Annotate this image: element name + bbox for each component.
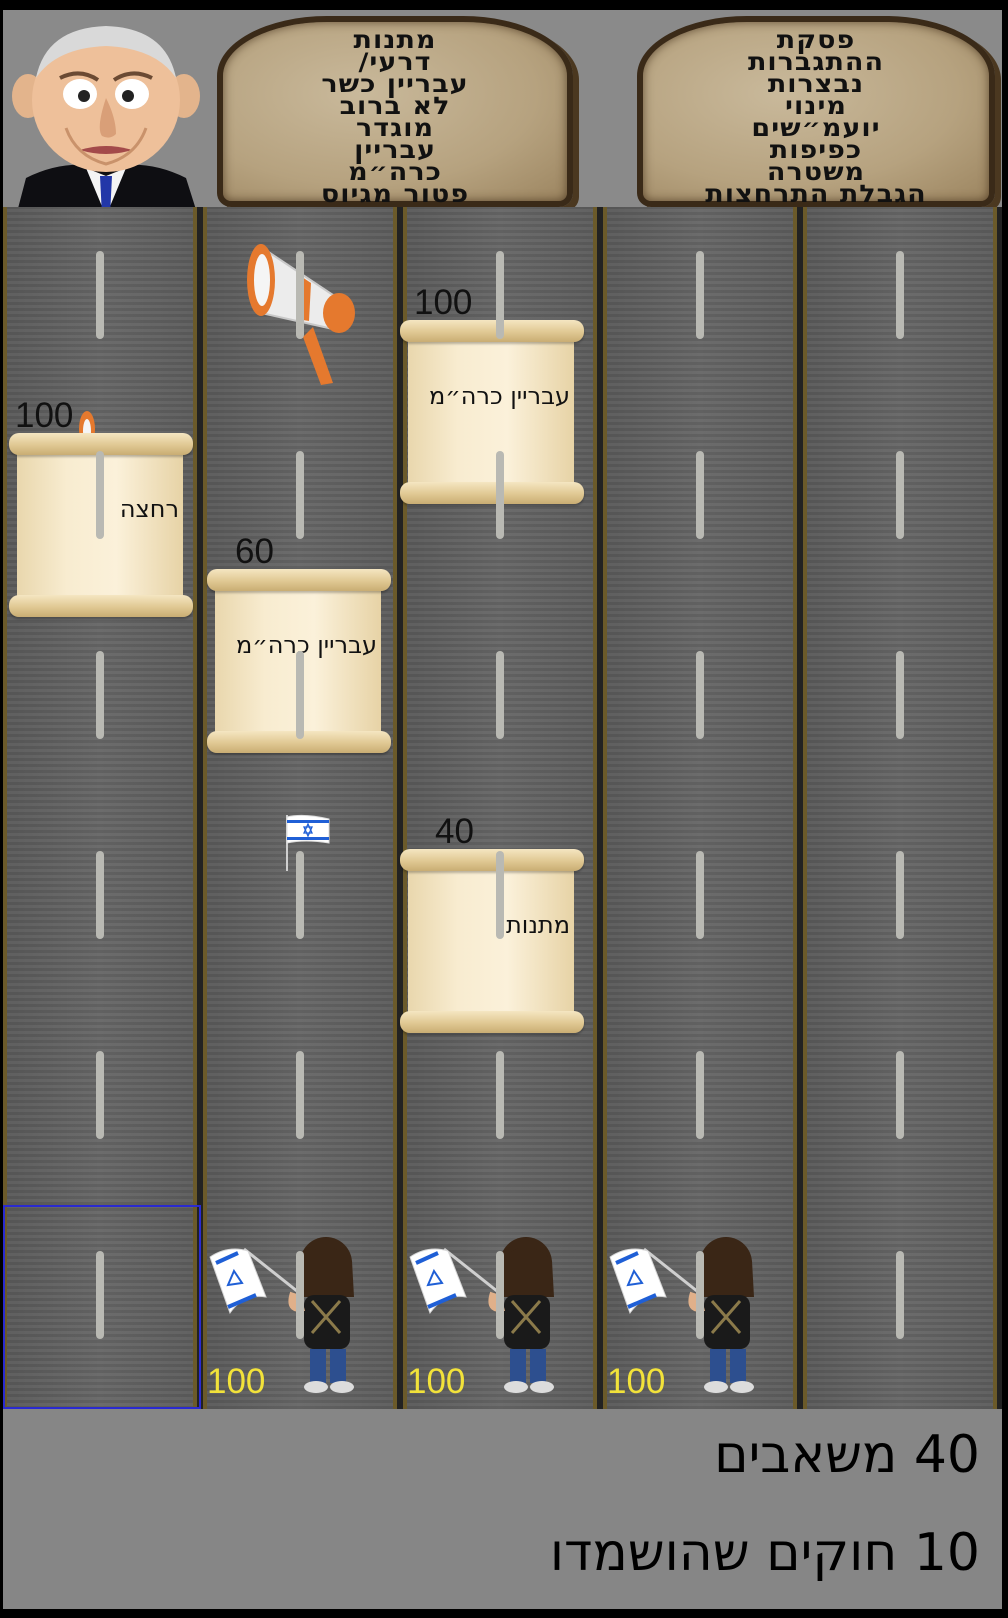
game-frame: מתנות דרעי/ עבריין כשר לא ברוב מוגדר עבר… [0, 0, 1008, 1618]
status-panel: 40 משאבים 10 חוקים שהושמדו [3, 1409, 1002, 1609]
lane-marking [896, 651, 904, 739]
caricature-portrait [6, 18, 206, 216]
law-scroll: מתנות [400, 849, 584, 1033]
tablet-left-line: פטור מגיוס [320, 180, 470, 209]
lane-marking [896, 1051, 904, 1139]
protester-hp: 100 [607, 1362, 666, 1401]
lane-marking [896, 251, 904, 339]
lane-marking [96, 851, 104, 939]
lane-marking [96, 451, 104, 539]
scroll-label: עבריין כרה״מ [235, 631, 377, 659]
lane-marking [696, 1051, 704, 1139]
lane-marking [96, 1251, 104, 1339]
lane-marking [296, 251, 304, 339]
scroll-label: מתנות [506, 911, 570, 939]
israel-flag-icon [286, 814, 330, 871]
lane-marking [96, 1051, 104, 1139]
lane-marking [296, 451, 304, 539]
protester-hp: 100 [207, 1362, 266, 1401]
tablet-right: פסקת ההתגברות נבצרות מינוי יועמ״שים כפיפ… [637, 16, 995, 207]
lane-marking [96, 651, 104, 739]
law-scroll: עבריין כרה״מ [400, 320, 584, 504]
lane-2[interactable] [203, 207, 397, 1409]
lane-marking [296, 1051, 304, 1139]
scroll-label: רחצה [119, 495, 179, 523]
header-panel: מתנות דרעי/ עבריין כשר לא ברוב מוגדר עבר… [3, 10, 1002, 216]
lane-marking [96, 251, 104, 339]
lane-marking [696, 651, 704, 739]
lane-marking [696, 251, 704, 339]
lane-marking [496, 1251, 504, 1339]
scroll-hp: 100 [15, 396, 74, 435]
lane-marking [696, 451, 704, 539]
lane-marking [896, 1251, 904, 1339]
lane-4[interactable] [603, 207, 797, 1409]
destroyed-laws-counter: 10 חוקים שהושמדו [549, 1523, 980, 1583]
lane-5[interactable] [803, 207, 997, 1409]
resources-counter: 40 משאבים [714, 1425, 980, 1485]
lane-marking [296, 851, 304, 939]
lane-marking [696, 851, 704, 939]
scroll-hp: 40 [435, 812, 474, 851]
lane-marking [896, 451, 904, 539]
scroll-hp: 100 [414, 283, 473, 322]
scroll-label: עבריין כרה״מ [428, 382, 570, 410]
tablet-right-line: הגבלת התרחצות [705, 180, 927, 209]
protester-hp: 100 [407, 1362, 466, 1401]
lane-marking [496, 1051, 504, 1139]
lane-marking [496, 851, 504, 939]
lane-marking [296, 1251, 304, 1339]
lane-marking [496, 251, 504, 339]
megaphone-icon [247, 244, 355, 385]
lane-marking [496, 451, 504, 539]
game-board[interactable]: עבריין כרה״מ 100 רחצה 100 עבריין כרה״מ 6… [3, 207, 1002, 1409]
tablet-left: מתנות דרעי/ עבריין כשר לא ברוב מוגדר עבר… [217, 16, 573, 207]
scroll-hp: 60 [235, 532, 274, 571]
lane-marking [296, 651, 304, 739]
lane-marking [696, 1251, 704, 1339]
lane-marking [896, 851, 904, 939]
lane-marking [496, 651, 504, 739]
